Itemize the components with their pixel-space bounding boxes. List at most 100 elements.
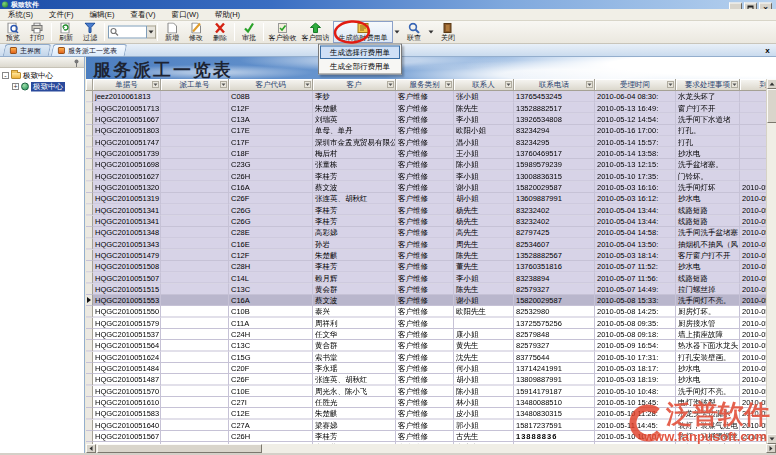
table-row[interactable]: HQGC2010051564C13C黄合群客户维修黄先生825793272010… bbox=[86, 340, 766, 351]
cell: HQGC2010051564 bbox=[93, 340, 161, 351]
table-row[interactable]: HQGC2010051667C13A刘瑞英客户维修李小姐139265348082… bbox=[86, 114, 766, 125]
combo-dropdown-icon[interactable] bbox=[147, 26, 156, 39]
table-row[interactable]: HQGC2010051348C28E高彩娣客户维修高先生827974252010… bbox=[86, 227, 766, 238]
cell: 李桂芳 bbox=[313, 261, 396, 272]
menu-item-1[interactable]: 系统(S) bbox=[3, 10, 38, 20]
approve-icon bbox=[243, 23, 255, 34]
column-header-7[interactable]: 联系电话 bbox=[514, 79, 595, 91]
column-header-5[interactable]: 服务类别 bbox=[396, 79, 454, 91]
column-header-9[interactable]: 要求处理事项 bbox=[676, 79, 740, 91]
table-row[interactable]: HQGC2010051508C28H李桂芳客户维修董先生137603518162… bbox=[86, 261, 766, 272]
cell: C24H bbox=[229, 329, 313, 340]
column-header-1[interactable]: 单据号 bbox=[93, 79, 161, 91]
tree-node-2[interactable]: +极致中心 bbox=[0, 81, 84, 92]
column-filter-icon[interactable] bbox=[387, 81, 394, 88]
horizontal-scrollbar[interactable] bbox=[86, 444, 776, 453]
cell: 15914179187 bbox=[514, 386, 595, 397]
cell: 线路短路 bbox=[676, 204, 740, 215]
table-row[interactable]: HQGC2010051320C16A蔡文波客户维修谢小姐158200295872… bbox=[86, 182, 766, 193]
column-filter-icon[interactable] bbox=[220, 81, 227, 88]
toolbar-button-refresh[interactable]: 刷新 bbox=[55, 22, 77, 43]
table-row[interactable]: HQGC2010051610C27I任胜光客户维修林小姐134800885102… bbox=[86, 397, 766, 408]
table-row[interactable]: HQGC2010051479C12F朱楚麒客户维修陈先生135288825672… bbox=[86, 250, 766, 261]
dropdown-arrow-icon[interactable] bbox=[427, 22, 435, 42]
table-row[interactable]: HQGC2010051484C20F李永瑶客户维修何小姐137142419912… bbox=[86, 363, 766, 374]
cell: 2010-05-03 18:28: bbox=[740, 363, 766, 374]
table-row[interactable]: HQGC2010051487C26F张连英、胡秋红客户维修胡小姐13809887… bbox=[86, 374, 766, 385]
column-header-3[interactable]: 客户代码 bbox=[229, 79, 313, 91]
toolbar-button-close[interactable]: 关闭 bbox=[437, 22, 459, 43]
table-row[interactable]: HQGC2010051341C26G李桂芳客户维修杨先生832324022010… bbox=[86, 216, 766, 227]
pin-icon[interactable] bbox=[73, 59, 80, 67]
column-filter-icon[interactable] bbox=[304, 81, 311, 88]
cell: C14L bbox=[229, 272, 313, 283]
table-row[interactable]: HQGC2010051624C15G索书堂客户维修沈先生837756442010… bbox=[86, 352, 766, 363]
table-row[interactable]: HQGC2010051747C17F深圳市金孟克贸易有限公客户维修温小姐8323… bbox=[86, 136, 766, 147]
toolbar-button-followup[interactable]: 客户回访 bbox=[300, 22, 331, 43]
table-row[interactable]: HQGC2010051579C11A周祥利客户维修137255752562010… bbox=[86, 318, 766, 329]
menu-item-2[interactable]: 文件(F) bbox=[44, 10, 79, 20]
toolbar-button-edit[interactable]: 修改 bbox=[185, 22, 207, 43]
cell: 抄水电 bbox=[676, 363, 740, 374]
column-header-6[interactable]: 联系人 bbox=[454, 79, 514, 91]
table-row[interactable]: HQGC2010051739C18F梅后村客户维修王小姐137604695172… bbox=[86, 148, 766, 159]
menu-item-5[interactable]: 窗口(W) bbox=[167, 10, 204, 20]
table-row[interactable]: HQGC2010051515C13C黄会群客户维修陈先生825793272010… bbox=[86, 284, 766, 295]
expand-icon[interactable]: + bbox=[12, 83, 19, 90]
table-row[interactable]: HQGC2010051713C12F朱楚麒客户维修陈先生135288825172… bbox=[86, 102, 766, 113]
toolbar-button-query[interactable]: 联查 bbox=[403, 22, 425, 43]
table-row[interactable]: HQGC2010051567C26H李桂芳客户维修古先生138888362010… bbox=[86, 431, 766, 442]
table-row[interactable]: HQGC2010051537C24H任文华客户维修康小姐825798482010… bbox=[86, 329, 766, 340]
toolbar-button-add[interactable]: 新增 bbox=[161, 22, 183, 43]
vertical-scrollbar[interactable] bbox=[766, 79, 776, 444]
menu-item-3[interactable]: 编辑(E) bbox=[85, 10, 120, 20]
cell: C28H bbox=[229, 261, 313, 272]
menu-item-4[interactable]: 查看(V) bbox=[126, 10, 161, 20]
column-filter-icon[interactable] bbox=[505, 81, 512, 88]
column-filter-icon[interactable] bbox=[731, 81, 738, 88]
tab-close-icon[interactable]: x bbox=[762, 45, 773, 56]
table-row[interactable]: HQGC2010051550C10B泰兴客户维修欧阳先生825329802010… bbox=[86, 306, 766, 317]
cell: 2010-05-03 16:16: bbox=[595, 182, 676, 193]
collapse-icon[interactable]: - bbox=[2, 72, 9, 79]
cell: 朱楚麒 bbox=[313, 408, 396, 419]
column-filter-icon[interactable] bbox=[586, 81, 593, 88]
table-row[interactable]: HQGC2010051553C16A蔡文波客户维修谢小姐158200295872… bbox=[86, 295, 766, 306]
search-input[interactable] bbox=[108, 26, 147, 39]
table-row[interactable]: HQGC2010051341C26G李桂芳客户维修杨先生832324022010… bbox=[86, 204, 766, 215]
table-row[interactable]: HQGC2010051570C10E周光永、陈小飞客户维修陈小姐15914179… bbox=[86, 386, 766, 397]
tab-dispatch-list[interactable]: 服务派工一览表 bbox=[51, 44, 128, 56]
toolbar-button-approve[interactable]: 审批 bbox=[238, 22, 260, 43]
column-filter-icon[interactable] bbox=[152, 81, 159, 88]
toolbar-button-delete[interactable]: 删除 bbox=[209, 22, 231, 43]
menu-item-generate-selected-rows[interactable]: 生成选择行费用单 bbox=[320, 46, 400, 60]
dropdown-arrow-icon[interactable] bbox=[393, 22, 401, 42]
column-filter-icon[interactable] bbox=[445, 81, 452, 88]
toolbar-button-print[interactable]: 打印 bbox=[26, 22, 48, 43]
toolbar-button-fee-form[interactable]: 生成临时费用单 bbox=[333, 21, 393, 43]
column-header-2[interactable]: 派工单号 bbox=[161, 79, 229, 91]
tree-node-1[interactable]: -极致中心 bbox=[0, 70, 84, 81]
table-row[interactable]: HQGC2010051343C16E孙岩客户维修周先生825346072010-… bbox=[86, 238, 766, 249]
menu-item-6[interactable]: 帮助(H) bbox=[210, 10, 245, 20]
table-row[interactable]: HQGC2010051627C26H李桂芳客户维修李小姐130088363152… bbox=[86, 170, 766, 181]
column-header-4[interactable]: 客户 bbox=[313, 79, 396, 91]
table-row[interactable]: HQGC2010051319C26F张连英、胡秋红客户维修胡小姐13609887… bbox=[86, 193, 766, 204]
toolbar-button-preview[interactable]: 预览 bbox=[2, 22, 24, 43]
menu-item-generate-all-rows[interactable]: 生成全部行费用单 bbox=[320, 60, 400, 74]
table-row[interactable]: jeez2010061813C08B李炒客户维修张小姐1376545324520… bbox=[86, 91, 766, 102]
toolbar-button-filter[interactable]: 过滤 bbox=[79, 22, 101, 43]
column-header-8[interactable]: 受理时间 bbox=[595, 79, 676, 91]
toolbar-button-acceptance[interactable]: 客户验收 bbox=[267, 22, 298, 43]
table-row[interactable]: HQGC2010051640C27A梁赛娣客户维修郭小姐158172375912… bbox=[86, 420, 766, 431]
table-row[interactable]: HQGC2010051803C17E单母、单丹客户维修欧阳小姐832342942… bbox=[86, 125, 766, 136]
add-icon bbox=[166, 23, 178, 34]
table-row[interactable]: HQGC2010051583C12E朱楚麒客户维修皮小姐134808303152… bbox=[86, 408, 766, 419]
cell: 13725575256 bbox=[514, 318, 595, 329]
table-row[interactable]: HQGC2010051698C23G张童栋客户维修陈小姐159895792392… bbox=[86, 159, 766, 170]
search-combo[interactable] bbox=[108, 26, 156, 39]
column-filter-icon[interactable] bbox=[667, 81, 674, 88]
tab-main[interactable]: 主界面 bbox=[3, 44, 52, 56]
table-row[interactable]: HQGC2010051507C14L赖月辉客户维修李小姐832388942010… bbox=[86, 272, 766, 283]
cell: C13C bbox=[229, 340, 313, 351]
